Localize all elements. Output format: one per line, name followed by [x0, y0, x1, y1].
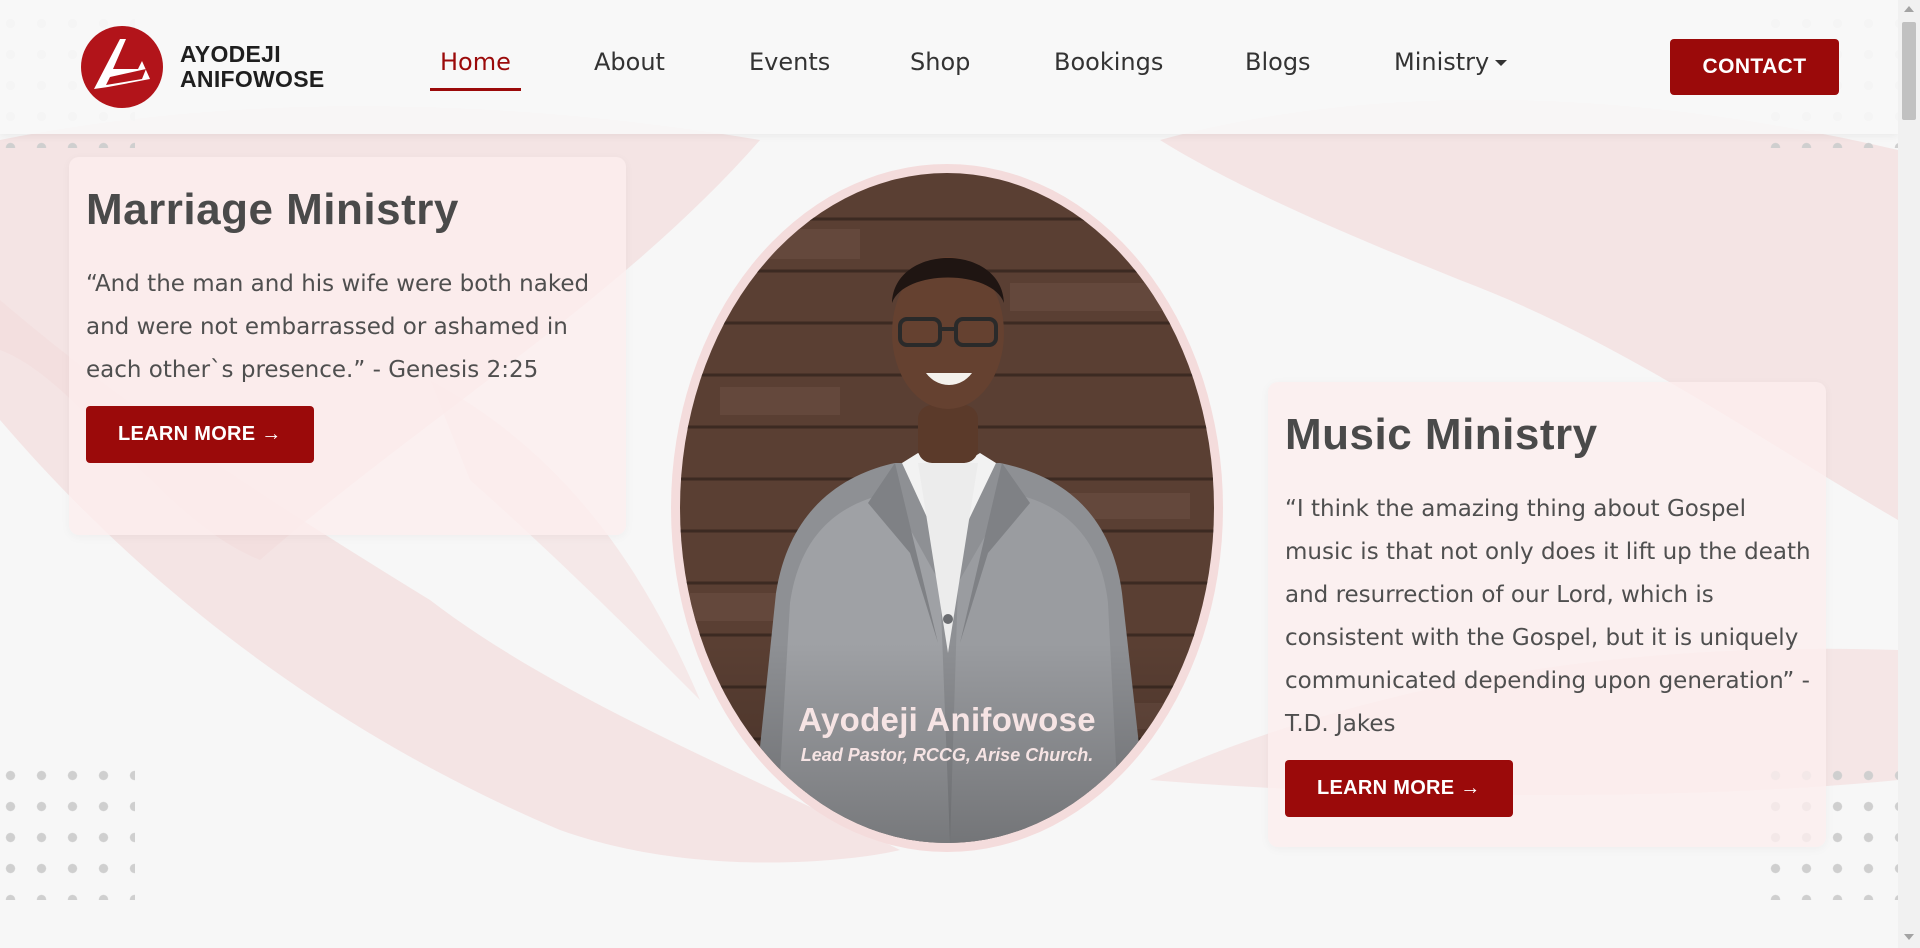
scroll-down-arrow-icon[interactable]	[1904, 934, 1914, 940]
nav-ministry-dropdown[interactable]: Ministry	[1394, 48, 1508, 76]
music-ministry-card: Music Ministry “I think the amazing thin…	[1268, 382, 1826, 847]
nav-shop[interactable]: Shop	[910, 48, 970, 76]
nav-about[interactable]: About	[594, 48, 665, 76]
marriage-ministry-title: Marriage Ministry	[86, 185, 459, 234]
brand-logo[interactable]: AYODEJI ANIFOWOSE	[80, 25, 325, 109]
scroll-up-arrow-icon[interactable]	[1904, 6, 1914, 12]
scrollbar-thumb[interactable]	[1902, 22, 1916, 120]
brand-name-line2: ANIFOWOSE	[180, 66, 325, 92]
marriage-ministry-card: Marriage Ministry “And the man and his w…	[69, 157, 626, 535]
pastor-name: Ayodeji Anifowose	[798, 701, 1096, 738]
page-scrollbar[interactable]	[1898, 0, 1920, 948]
music-learn-more-button[interactable]: LEARN MORE →	[1285, 760, 1513, 817]
nav-blogs[interactable]: Blogs	[1245, 48, 1311, 76]
marriage-learn-more-button[interactable]: LEARN MORE →	[86, 406, 314, 463]
contact-button[interactable]: CONTACT	[1670, 39, 1839, 95]
nav-home[interactable]: Home	[430, 48, 521, 91]
pastor-role: Lead Pastor, RCCG, Arise Church.	[800, 745, 1094, 765]
marriage-ministry-quote: “And the man and his wife were both nake…	[86, 271, 590, 383]
nav-events[interactable]: Events	[749, 48, 830, 76]
pastor-photo	[680, 173, 1214, 843]
nav-ministry-label: Ministry	[1394, 48, 1490, 76]
pastor-portrait: Ayodeji Anifowose Lead Pastor, RCCG, Ari…	[680, 173, 1214, 843]
caret-down-icon	[1495, 60, 1508, 66]
brand-name: AYODEJI ANIFOWOSE	[180, 42, 325, 92]
music-ministry-quote: “I think the amazing thing about Gospel …	[1285, 496, 1811, 737]
brand-name-line1: AYODEJI	[180, 41, 281, 67]
dot-pattern	[0, 760, 135, 900]
nav-bookings[interactable]: Bookings	[1054, 48, 1163, 76]
brand-logo-icon	[81, 26, 163, 108]
site-header: AYODEJI ANIFOWOSE Home About Events Shop…	[0, 0, 1898, 134]
music-ministry-title: Music Ministry	[1285, 410, 1598, 459]
